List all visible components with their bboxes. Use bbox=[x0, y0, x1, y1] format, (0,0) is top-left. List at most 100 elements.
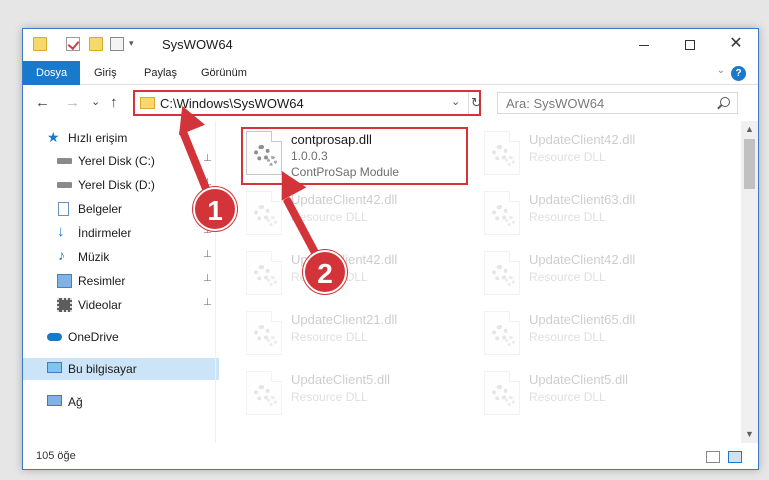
pin-icon[interactable]: ⊥ bbox=[203, 297, 212, 308]
file-item[interactable]: UpdateClient42.dll Resource DLL bbox=[243, 187, 463, 243]
sidebar-item-documents[interactable]: Belgeler ⊥ bbox=[23, 198, 219, 220]
file-item[interactable]: UpdateClient21.dll Resource DLL bbox=[243, 307, 463, 363]
explorer-window: ▾ SysWOW64 ✕ Dosya Giriş Paylaş Görünüm … bbox=[22, 28, 759, 470]
file-name: UpdateClient5.dll bbox=[529, 372, 629, 387]
new-folder-icon[interactable] bbox=[89, 37, 103, 51]
file-name: UpdateClient21.dll bbox=[291, 312, 398, 327]
file-item[interactable]: UpdateClient5.dll Resource DLL bbox=[481, 367, 701, 423]
file-item[interactable]: UpdateClient63.dll Resource DLL bbox=[481, 187, 701, 243]
dll-file-icon bbox=[484, 191, 520, 235]
scroll-down-icon[interactable]: ▼ bbox=[745, 429, 754, 439]
pin-icon[interactable]: ⊥ bbox=[203, 153, 212, 164]
dll-file-icon bbox=[246, 191, 282, 235]
folder-icon[interactable] bbox=[33, 37, 47, 51]
file-name: UpdateClient42.dll bbox=[291, 192, 398, 207]
file-description: Resource DLL bbox=[529, 150, 606, 164]
sidebar-item-label: Yerel Disk (D:) bbox=[78, 178, 155, 192]
scrollbar-thumb[interactable] bbox=[744, 139, 755, 189]
sidebar-item-this-pc[interactable]: Bu bilgisayar bbox=[23, 358, 219, 380]
sidebar-item-pictures[interactable]: Resimler ⊥ bbox=[23, 270, 219, 292]
file-description: Resource DLL bbox=[529, 270, 606, 284]
sidebar-item-network[interactable]: Ağ bbox=[23, 391, 219, 413]
tab-paylas[interactable]: Paylaş bbox=[144, 61, 177, 85]
sidebar-item-onedrive[interactable]: OneDrive bbox=[23, 326, 219, 348]
file-description: Resource DLL bbox=[529, 210, 606, 224]
sidebar-item-label: Ağ bbox=[68, 395, 83, 409]
file-description: Resource DLL bbox=[529, 390, 606, 404]
file-item[interactable]: UpdateClient65.dll Resource DLL bbox=[481, 307, 701, 363]
documents-icon bbox=[58, 202, 69, 216]
file-description: Resource DLL bbox=[291, 330, 368, 344]
recent-locations-button[interactable]: ⌄ bbox=[91, 95, 100, 108]
maximize-button[interactable] bbox=[667, 29, 713, 61]
ribbon-tabs: Dosya Giriş Paylaş Görünüm ⌄ ? bbox=[23, 61, 758, 85]
dll-file-icon bbox=[246, 251, 282, 295]
sidebar-item-label: Videolar bbox=[78, 298, 122, 312]
file-item[interactable]: UpdateClient42.dll Resource DLL bbox=[481, 127, 701, 183]
sidebar-item-label: Belgeler bbox=[78, 202, 123, 216]
file-description: Resource DLL bbox=[529, 330, 606, 344]
window-title: SysWOW64 bbox=[162, 37, 233, 52]
file-item[interactable]: UpdateClient5.dll Resource DLL bbox=[243, 367, 463, 423]
up-button[interactable]: ↑ bbox=[110, 94, 118, 111]
sidebar-item-label: OneDrive bbox=[68, 330, 119, 344]
file-name: UpdateClient5.dll bbox=[291, 372, 391, 387]
network-icon bbox=[47, 395, 62, 406]
close-button[interactable]: ✕ bbox=[713, 29, 758, 61]
toolbar-dropdown-icon[interactable]: ▾ bbox=[129, 38, 134, 49]
large-icons-view-icon[interactable] bbox=[728, 451, 742, 463]
annotation-badge-2: 2 bbox=[303, 250, 347, 294]
tab-dosya[interactable]: Dosya bbox=[23, 61, 81, 85]
dll-file-icon bbox=[484, 371, 520, 415]
search-box[interactable]: Ara: SysWOW64 bbox=[497, 92, 738, 114]
cloud-icon bbox=[47, 333, 62, 341]
sidebar-item-label: Resimler bbox=[78, 274, 126, 288]
sidebar-item-label: Müzik bbox=[78, 250, 110, 264]
sidebar-item-downloads[interactable]: ↓ İndirmeler ⊥ bbox=[23, 222, 219, 244]
refresh-icon[interactable]: ↻ bbox=[468, 92, 482, 114]
pin-icon[interactable]: ⊥ bbox=[203, 249, 212, 260]
dll-file-icon bbox=[484, 251, 520, 295]
help-icon[interactable]: ? bbox=[731, 66, 746, 81]
folder-icon bbox=[140, 97, 155, 109]
address-dropdown-icon[interactable]: ⌄ bbox=[451, 95, 460, 108]
minimize-icon bbox=[639, 45, 649, 46]
search-input[interactable]: Ara: SysWOW64 bbox=[506, 96, 604, 111]
ribbon-collapse-icon[interactable]: ⌄ bbox=[717, 65, 725, 76]
annotation-badge-1: 1 bbox=[193, 187, 237, 231]
navigation-pane: ★ Hızlı erişim Yerel Disk (C:) ⊥ Yerel D… bbox=[23, 121, 219, 443]
file-item[interactable]: UpdateClient42.dll Resource DLL bbox=[243, 247, 463, 303]
sidebar-item-local-disk-d[interactable]: Yerel Disk (D:) ⊥ bbox=[23, 174, 219, 196]
maximize-icon bbox=[685, 40, 695, 50]
tab-giris[interactable]: Giriş bbox=[94, 61, 117, 85]
file-description: Resource DLL bbox=[291, 390, 368, 404]
videos-icon bbox=[57, 298, 72, 312]
sidebar-item-label: İndirmeler bbox=[78, 226, 132, 240]
file-name: UpdateClient42.dll bbox=[529, 132, 636, 147]
drive-icon bbox=[57, 158, 72, 164]
dll-file-icon bbox=[246, 371, 282, 415]
minimize-button[interactable] bbox=[621, 29, 667, 61]
download-icon: ↓ bbox=[57, 223, 65, 240]
sidebar-item-videos[interactable]: Videolar ⊥ bbox=[23, 294, 219, 316]
sidebar-item-label: Hızlı erişim bbox=[68, 131, 128, 145]
item-count: 105 öğe bbox=[36, 450, 76, 462]
vertical-scrollbar[interactable]: ▲ ▼ bbox=[741, 121, 758, 443]
dll-file-icon bbox=[246, 311, 282, 355]
status-bar: 105 öğe bbox=[23, 443, 758, 469]
file-item[interactable]: UpdateClient42.dll Resource DLL bbox=[481, 247, 701, 303]
star-icon: ★ bbox=[47, 129, 60, 145]
music-icon: ♪ bbox=[58, 247, 65, 263]
forward-button[interactable]: → bbox=[65, 94, 80, 111]
tab-gorunum[interactable]: Görünüm bbox=[201, 61, 247, 85]
customize-toolbar-icon[interactable] bbox=[110, 37, 124, 51]
sidebar-item-label: Yerel Disk (C:) bbox=[78, 154, 155, 168]
title-bar: ▾ SysWOW64 ✕ bbox=[23, 29, 758, 61]
back-button[interactable]: ← bbox=[35, 94, 50, 111]
close-icon: ✕ bbox=[729, 35, 743, 52]
properties-icon[interactable] bbox=[66, 37, 80, 51]
scroll-up-icon[interactable]: ▲ bbox=[745, 124, 754, 134]
sidebar-item-music[interactable]: ♪ Müzik ⊥ bbox=[23, 246, 219, 268]
pin-icon[interactable]: ⊥ bbox=[203, 273, 212, 284]
details-view-icon[interactable] bbox=[706, 451, 720, 463]
